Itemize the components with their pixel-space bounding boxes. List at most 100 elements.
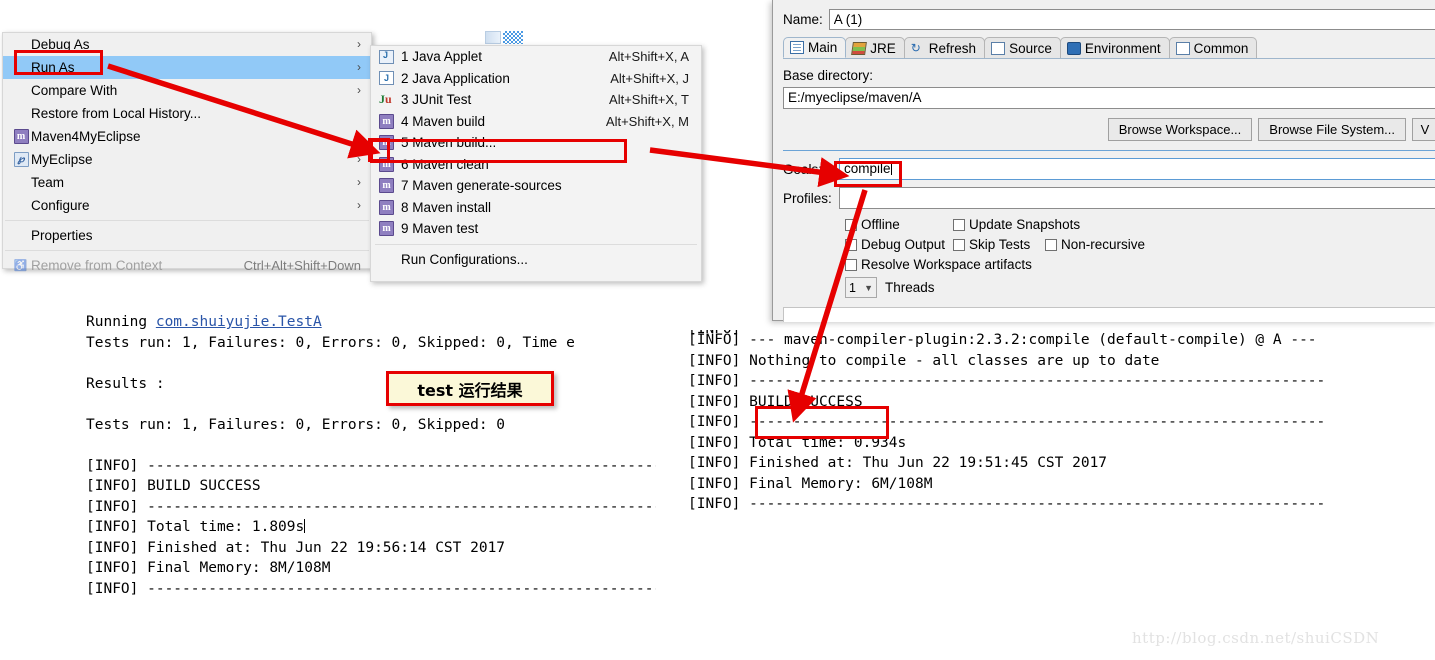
checkbox-box[interactable] [1045, 238, 1057, 251]
checkbox-box[interactable] [953, 238, 965, 251]
run-as-item-icon-slot: Ju [379, 92, 401, 107]
checkbox-skip-tests[interactable]: Skip Tests [953, 237, 1045, 252]
base-directory-field[interactable]: E:/myeclipse/maven/A [783, 87, 1435, 109]
tab-source[interactable]: Source [984, 37, 1061, 58]
tab-refresh[interactable]: ↻ Refresh [903, 37, 986, 58]
menu-item-icon-slot: ℘ [11, 151, 31, 168]
checkbox-label: Update Snapshots [969, 217, 1081, 232]
browse-button-row: Browse Workspace... Browse File System...… [783, 118, 1435, 141]
checkbox-box[interactable] [845, 218, 857, 231]
checkbox-box[interactable] [953, 218, 965, 231]
watermark: http://blog.csdn.net/shuiCSDN [1132, 629, 1380, 647]
context-menu-item-remove-from-context[interactable]: ♿ Remove from Context Ctrl+Alt+Shift+Down [3, 254, 371, 277]
context-menu-item-team[interactable]: Team › [3, 171, 371, 194]
maven-icon: m [379, 178, 394, 194]
context-menu-item-label: Remove from Context [31, 258, 163, 273]
name-input[interactable] [828, 8, 1435, 30]
options-checkbox-group: Offline Update Snapshots Debug Output Sk… [845, 217, 1435, 298]
tab-environment[interactable]: Environment [1059, 37, 1170, 58]
console-line: [INFO] ---------------------------------… [688, 373, 1326, 389]
test-class-link[interactable]: com.shuiyujie.TestA [156, 314, 322, 330]
run-as-item-1-java-applet[interactable]: 1 Java Applet Alt+Shift+X, A [371, 46, 701, 68]
context-menu-item-compare-with[interactable]: Compare With › [3, 79, 371, 102]
checkbox-non-recursive[interactable]: Non-recursive [1045, 237, 1145, 252]
menu-item-icon-slot [11, 82, 31, 99]
left-console-lines: Tests run: 1, Failures: 0, Errors: 0, Sk… [86, 333, 656, 600]
checkbox-label: Resolve Workspace artifacts [861, 257, 1032, 272]
threads-value: 1 [849, 280, 856, 295]
run-as-item-4-maven-build[interactable]: m 4 Maven build Alt+Shift+X, M [371, 111, 701, 133]
console-first-line: Running com.shuiyujie.TestA [86, 312, 656, 333]
checkbox-line-3: Resolve Workspace artifacts [845, 257, 1435, 272]
menu-item-icon-slot [11, 105, 31, 122]
tab-jre[interactable]: JRE [845, 37, 905, 58]
run-configurations-item[interactable]: Run Configurations... [371, 249, 701, 271]
run-as-item-label: 7 Maven generate-sources [401, 178, 562, 194]
button-browse-file-system[interactable]: Browse File System... [1258, 118, 1406, 141]
left-console-output[interactable]: Running com.shuiyujie.TestA Tests run: 1… [86, 312, 656, 617]
threads-spinner[interactable]: 1 ▼ [845, 277, 877, 298]
context-menu-item-restore-from-local-history[interactable]: Restore from Local History... [3, 102, 371, 125]
maven-icon: m [13, 129, 29, 144]
environment-tab-icon [1066, 41, 1081, 55]
run-as-item-3-junit-test[interactable]: Ju 3 JUnit Test Alt+Shift+X, T [371, 89, 701, 111]
java-application-icon: J [379, 71, 394, 86]
run-as-item-icon-slot: m [379, 113, 401, 129]
run-as-item-icon-slot: m [379, 221, 401, 237]
run-as-submenu[interactable]: 1 Java Applet Alt+Shift+X, A J 2 Java Appli… [370, 45, 702, 282]
context-menu-item-myeclipse[interactable]: ℘ MyEclipse › [3, 148, 371, 171]
console-line: [INFO] Total time: 1.809s [86, 519, 306, 535]
context-menu-item-configure[interactable]: Configure › [3, 194, 371, 217]
run-as-item-7-maven-generate-sources[interactable]: m 7 Maven generate-sources [371, 175, 701, 197]
checkbox-label: Skip Tests [969, 237, 1031, 252]
maven-icon: m [379, 199, 394, 215]
chevron-down-icon[interactable]: ▼ [864, 283, 873, 293]
context-menu-item-maven4myeclipse[interactable]: m Maven4MyEclipse › [3, 125, 371, 148]
profiles-row: Profiles: [783, 187, 1435, 209]
menu-separator [375, 243, 697, 245]
goals-input[interactable]: compile [839, 158, 1435, 180]
checkbox-resolve-workspace-artifacts[interactable]: Resolve Workspace artifacts [845, 257, 1032, 272]
checkbox-offline[interactable]: Offline [845, 217, 953, 232]
run-as-item-shortcut: Alt+Shift+X, T [609, 92, 689, 108]
button-v[interactable]: V [1412, 118, 1435, 141]
checkbox-box[interactable] [845, 258, 857, 271]
section-divider [783, 150, 1435, 151]
console-line: [INFO] ---------------------------------… [86, 457, 656, 474]
checkbox-box[interactable] [845, 238, 857, 251]
checkbox-label: Offline [861, 217, 900, 232]
common-tab-icon [1175, 41, 1190, 55]
tab-label: Refresh [928, 40, 977, 56]
run-as-item-8-maven-install[interactable]: m 8 Maven install [371, 197, 701, 219]
context-menu-item-properties[interactable]: Properties [3, 224, 371, 247]
run-as-item-shortcut: Alt+Shift+X, M [605, 113, 689, 129]
chevron-right-icon: › [357, 152, 361, 166]
run-as-item-9-maven-test[interactable]: m 9 Maven test [371, 218, 701, 240]
run-as-item-2-java-application[interactable]: J 2 Java Application Alt+Shift+X, J [371, 68, 701, 90]
run-configurations-label: Run Configurations... [401, 251, 528, 267]
checkbox-update-snapshots[interactable]: Update Snapshots [953, 217, 1080, 232]
remove-icon: ♿ [13, 260, 28, 272]
run-as-item-shortcut: Alt+Shift+X, A [608, 49, 689, 65]
console-line: [INFO] Final Memory: 6M/108M [688, 475, 933, 492]
context-menu-item-label: Team [31, 175, 65, 190]
editor-scrollbar-remnant [485, 31, 525, 44]
tab-main[interactable]: Main [783, 37, 847, 58]
checkbox-label: Non-recursive [1061, 237, 1146, 252]
context-menu-item-label: MyEclipse [31, 152, 93, 167]
goals-label: Goals: [783, 161, 823, 177]
menu-item-icon-slot: ♿ [11, 257, 31, 274]
profiles-input[interactable] [839, 187, 1435, 209]
maven-icon: m [379, 221, 394, 237]
menu-separator [5, 250, 369, 251]
checkbox-debug-output[interactable]: Debug Output [845, 237, 953, 252]
profiles-label: Profiles: [783, 190, 832, 206]
chevron-right-icon: › [357, 129, 361, 143]
dialog-tabstrip[interactable]: Main JRE ↻ Refresh Source Environment Common [783, 36, 1435, 59]
run-as-item-icon-slot: J [379, 71, 401, 86]
button-browse-workspace[interactable]: Browse Workspace... [1107, 118, 1253, 141]
highlight-box-run-as [14, 50, 103, 75]
tab-common[interactable]: Common [1168, 37, 1258, 58]
console-line: [INFO] Finished at: Thu Jun 22 19:51:45 … [688, 455, 1108, 471]
